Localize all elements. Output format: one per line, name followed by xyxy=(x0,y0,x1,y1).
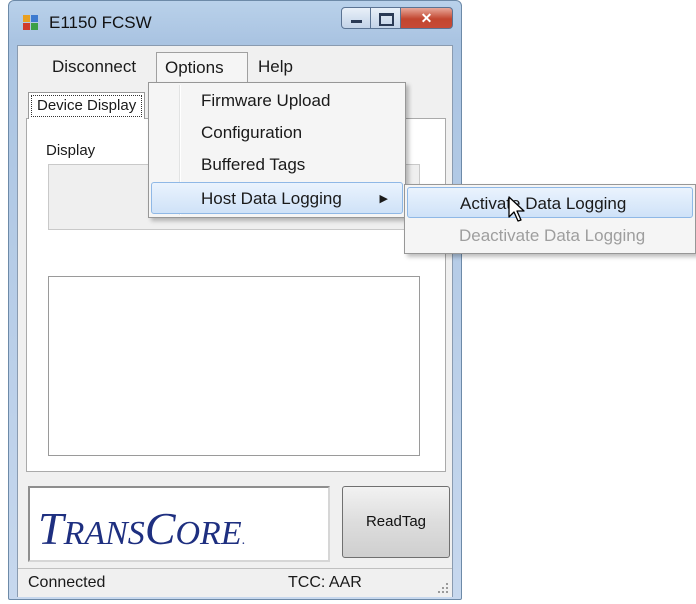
host-data-logging-submenu: Activate Data Logging Deactivate Data Lo… xyxy=(404,184,696,254)
tab-device-display[interactable]: Device Display xyxy=(28,92,146,119)
transcore-logo-panel: TRANSCORE. xyxy=(28,486,330,562)
tab-label: Device Display xyxy=(37,97,137,114)
menu-item-host-data-logging[interactable]: Host Data Logging ▶ xyxy=(151,182,403,214)
options-dropdown-menu: Firmware Upload Configuration Buffered T… xyxy=(148,82,406,218)
mouse-cursor-icon xyxy=(508,196,525,222)
menu-item-activate-data-logging[interactable]: Activate Data Logging xyxy=(407,187,693,218)
maximize-button[interactable] xyxy=(371,7,401,29)
menu-item-buffered-tags[interactable]: Buffered Tags xyxy=(151,149,403,181)
title-bar[interactable]: E1150 FCSW ✕ xyxy=(9,1,461,45)
connection-status: Connected xyxy=(28,574,106,591)
status-bar: Connected TCC: AAR xyxy=(18,568,452,597)
transcore-logo: TRANSCORE. xyxy=(38,503,246,554)
menu-item-deactivate-data-logging: Deactivate Data Logging xyxy=(459,226,646,245)
display-label: Display xyxy=(46,142,96,159)
menu-item-configuration[interactable]: Configuration xyxy=(151,117,403,149)
menu-disconnect[interactable]: Disconnect xyxy=(44,52,144,82)
tcc-status: TCC: AAR xyxy=(288,574,362,591)
resize-grip-icon[interactable] xyxy=(436,581,448,593)
app-icon xyxy=(23,15,39,31)
close-icon: ✕ xyxy=(420,10,433,26)
read-tag-button[interactable]: ReadTag xyxy=(342,486,450,558)
caption-buttons: ✕ xyxy=(341,7,453,31)
minimize-button[interactable] xyxy=(341,7,371,29)
close-button[interactable]: ✕ xyxy=(401,7,453,29)
submenu-arrow-icon: ▶ xyxy=(379,193,388,205)
menu-item-firmware-upload[interactable]: Firmware Upload xyxy=(151,85,403,117)
window-title: E1150 FCSW xyxy=(49,13,152,32)
menu-help[interactable]: Help xyxy=(250,52,301,82)
menu-options[interactable]: Options xyxy=(156,52,248,82)
output-text-area[interactable] xyxy=(48,276,420,456)
